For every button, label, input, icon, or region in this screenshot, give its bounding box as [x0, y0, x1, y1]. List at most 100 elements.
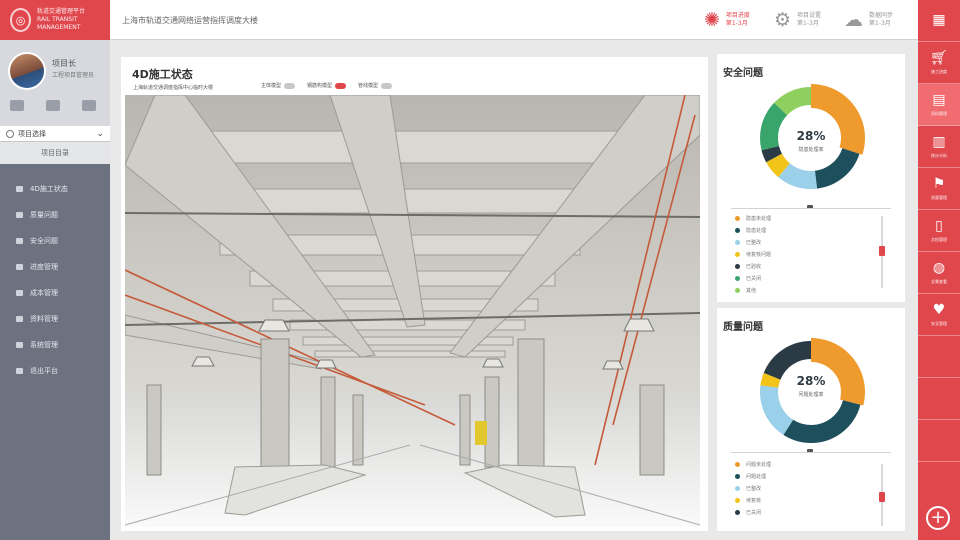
user-name: 项目长 — [52, 59, 76, 68]
toolbar-item-stats[interactable]: ▥ 统计分析 — [918, 126, 960, 168]
safety-legend-item: 隐患未处理 — [735, 212, 771, 224]
quality-legend-item: 问题未处理 — [735, 458, 771, 470]
model-viewport[interactable] — [125, 95, 700, 527]
user-role: 工程项目管理员 — [52, 72, 95, 79]
toggle-rebar-model[interactable]: 钢筋构模型 — [307, 82, 347, 89]
cart-icon: 🛒︎ — [930, 49, 948, 66]
quality-legend-label: 已关闭 — [746, 509, 762, 516]
sync-period: 第1-3月 — [869, 20, 891, 27]
nav-item-icon — [16, 186, 23, 192]
safety-legend-item: 已整改 — [735, 236, 771, 248]
settings-button[interactable]: ⚙ 项目设置 第1-3月 — [774, 10, 821, 30]
settings-icon[interactable] — [82, 100, 96, 111]
book-icon: ▤ — [932, 91, 946, 108]
quality-legend-swatch — [735, 497, 740, 503]
avatar[interactable] — [8, 52, 46, 90]
toolbar-label: 质量管理 — [931, 194, 947, 200]
top-header: 上海市轨道交通网络运营指挥调度大楼 ✺ 项目进度 第1-3月 ⚙ 项目设置 第1-3… — [110, 0, 918, 40]
nav-item-icon — [16, 290, 23, 296]
sidebar-item-docs[interactable]: 资料管理 — [0, 306, 110, 332]
safety-legend-swatch — [735, 251, 740, 257]
left-sidebar: ◎ 轨道交通管理平台 RAIL TRANSIT MANAGEMENT 项目长 工… — [0, 0, 110, 540]
quality-legend-label: 问题未处理 — [746, 461, 772, 468]
sun-icon: ✺ — [704, 9, 720, 31]
progress-button[interactable]: ✺ 项目进度 第1-3月 — [704, 10, 750, 30]
safety-legend-swatch — [735, 239, 740, 245]
toolbar-empty-3 — [918, 420, 960, 462]
nav-heading[interactable]: 项目目录 — [0, 142, 110, 164]
flag-icon: ⚑ — [932, 175, 946, 192]
quality-divider — [731, 452, 891, 453]
mail-icon[interactable] — [46, 100, 60, 111]
safety-legend-label: 已关闭 — [746, 275, 762, 282]
toolbar-item-quality[interactable]: ⚑ 质量管理 — [918, 168, 960, 210]
message-icon[interactable] — [10, 100, 24, 111]
sidebar-item-logout[interactable]: 退出平台 — [0, 358, 110, 384]
sidebar-item-system[interactable]: 系统管理 — [0, 332, 110, 358]
settings-period: 第1-3月 — [797, 20, 819, 27]
sidebar-item-safety[interactable]: 安全问题 — [0, 228, 110, 254]
project-select[interactable]: 项目选择 ⌄ — [0, 126, 110, 142]
progress-label: 项目进度 — [725, 12, 750, 19]
sidebar-item-label: 进度管理 — [30, 263, 58, 271]
sidebar-item-schedule[interactable]: 进度管理 — [0, 254, 110, 280]
safety-divider — [731, 208, 891, 209]
quality-scrollbar[interactable] — [879, 464, 885, 526]
toggle-main-model[interactable]: 主体模型 — [261, 82, 296, 89]
safety-scroll-thumb[interactable] — [879, 246, 885, 256]
quality-scroll-thumb[interactable] — [879, 492, 885, 502]
brand-logo-icon: ◎ — [10, 8, 32, 32]
sidebar-item-label: 质量问题 — [30, 211, 58, 219]
app-root: ◎ 轨道交通管理平台 RAIL TRANSIT MANAGEMENT 项目长 工… — [0, 0, 960, 540]
toolbar-empty-1 — [918, 336, 960, 378]
chevron-down-icon: ⌄ — [96, 128, 104, 139]
toolbar-item-progress[interactable]: 🛒︎ 施工进度 — [918, 42, 960, 84]
project-select-value: 项目选择 — [18, 129, 46, 138]
sidebar-item-label: 成本管理 — [30, 289, 58, 297]
chart-icon: ▥ — [932, 133, 946, 150]
toggle-pipe-model[interactable]: 管线模型 — [358, 82, 393, 89]
file-icon: ▯ — [935, 217, 943, 234]
quality-panel: 质量问题 28% 问题处理率 问题未处理 问题处理 已整改 待复核 已关闭 — [717, 308, 905, 531]
nav-item-icon — [16, 264, 23, 270]
globe-icon: ◍ — [932, 259, 946, 276]
brand-tagline: RAIL TRANSIT MANAGEMENT — [37, 16, 81, 31]
safety-legend-label: 隐患未处理 — [746, 215, 772, 222]
profile-actions — [10, 100, 96, 111]
toolbar-item-files[interactable]: ▯ 文档管理 — [918, 210, 960, 252]
quality-title: 质量问题 — [723, 322, 763, 333]
sidebar-item-cost[interactable]: 成本管理 — [0, 280, 110, 306]
toolbar-item-panorama[interactable]: ◍ 全景查看 — [918, 252, 960, 294]
search-icon — [6, 129, 14, 138]
add-button[interactable]: + — [926, 506, 950, 530]
safety-legend-swatch — [735, 275, 740, 281]
toggle-switch[interactable] — [335, 82, 347, 89]
toolbar-label: 文档管理 — [931, 236, 947, 242]
brand-name: 轨道交通管理平台 — [37, 8, 86, 15]
user-profile: 项目长 工程项目管理员 — [0, 40, 110, 126]
sync-button[interactable]: ☁ 数据同步 第1-3月 — [844, 10, 893, 30]
brand-bar[interactable]: ◎ 轨道交通管理平台 RAIL TRANSIT MANAGEMENT — [0, 0, 110, 40]
sidebar-item-4d[interactable]: 4D施工状态 — [0, 176, 110, 202]
toolbar-item-safety[interactable]: ♥ 安全管理 — [918, 294, 960, 336]
toggle-switch[interactable] — [381, 82, 393, 89]
sidebar-item-label: 资料管理 — [30, 315, 58, 323]
toggle-switch[interactable] — [284, 82, 296, 89]
safety-legend-item: 已验收 — [735, 260, 771, 272]
model-toggles: 主体模型 钢筋构模型 管线模型 — [261, 82, 393, 89]
toggle-label: 管线模型 — [358, 83, 379, 89]
safety-scrollbar[interactable] — [879, 216, 885, 288]
yellow-sign — [475, 421, 487, 445]
sidebar-item-label: 安全问题 — [30, 237, 58, 245]
right-toolbar: ▦ 🛒︎ 施工进度 ▤ 资料管理 ▥ 统计分析 ⚑ 质量管理 ▯ 文档管理 ◍ 全景查看 ♥… — [918, 0, 960, 540]
safety-legend-swatch — [735, 263, 740, 269]
safety-center-label: 隐患处理率 — [798, 147, 824, 153]
toolbar-item-docs[interactable]: ▤ 资料管理 — [918, 84, 960, 126]
cloud-icon: ☁ — [844, 9, 863, 31]
toolbar-item-home[interactable]: ▦ — [918, 0, 960, 42]
sidebar-item-quality[interactable]: 质量问题 — [0, 202, 110, 228]
safety-panel: 安全问题 28% 隐患处理率 隐患未处理 隐患处理 已整改 待复核问题 已验收 已关闭 其他 — [717, 54, 905, 302]
toolbar-label: 施工进度 — [931, 68, 947, 74]
quality-legend-swatch — [735, 509, 740, 515]
settings-label: 项目设置 — [797, 12, 822, 19]
